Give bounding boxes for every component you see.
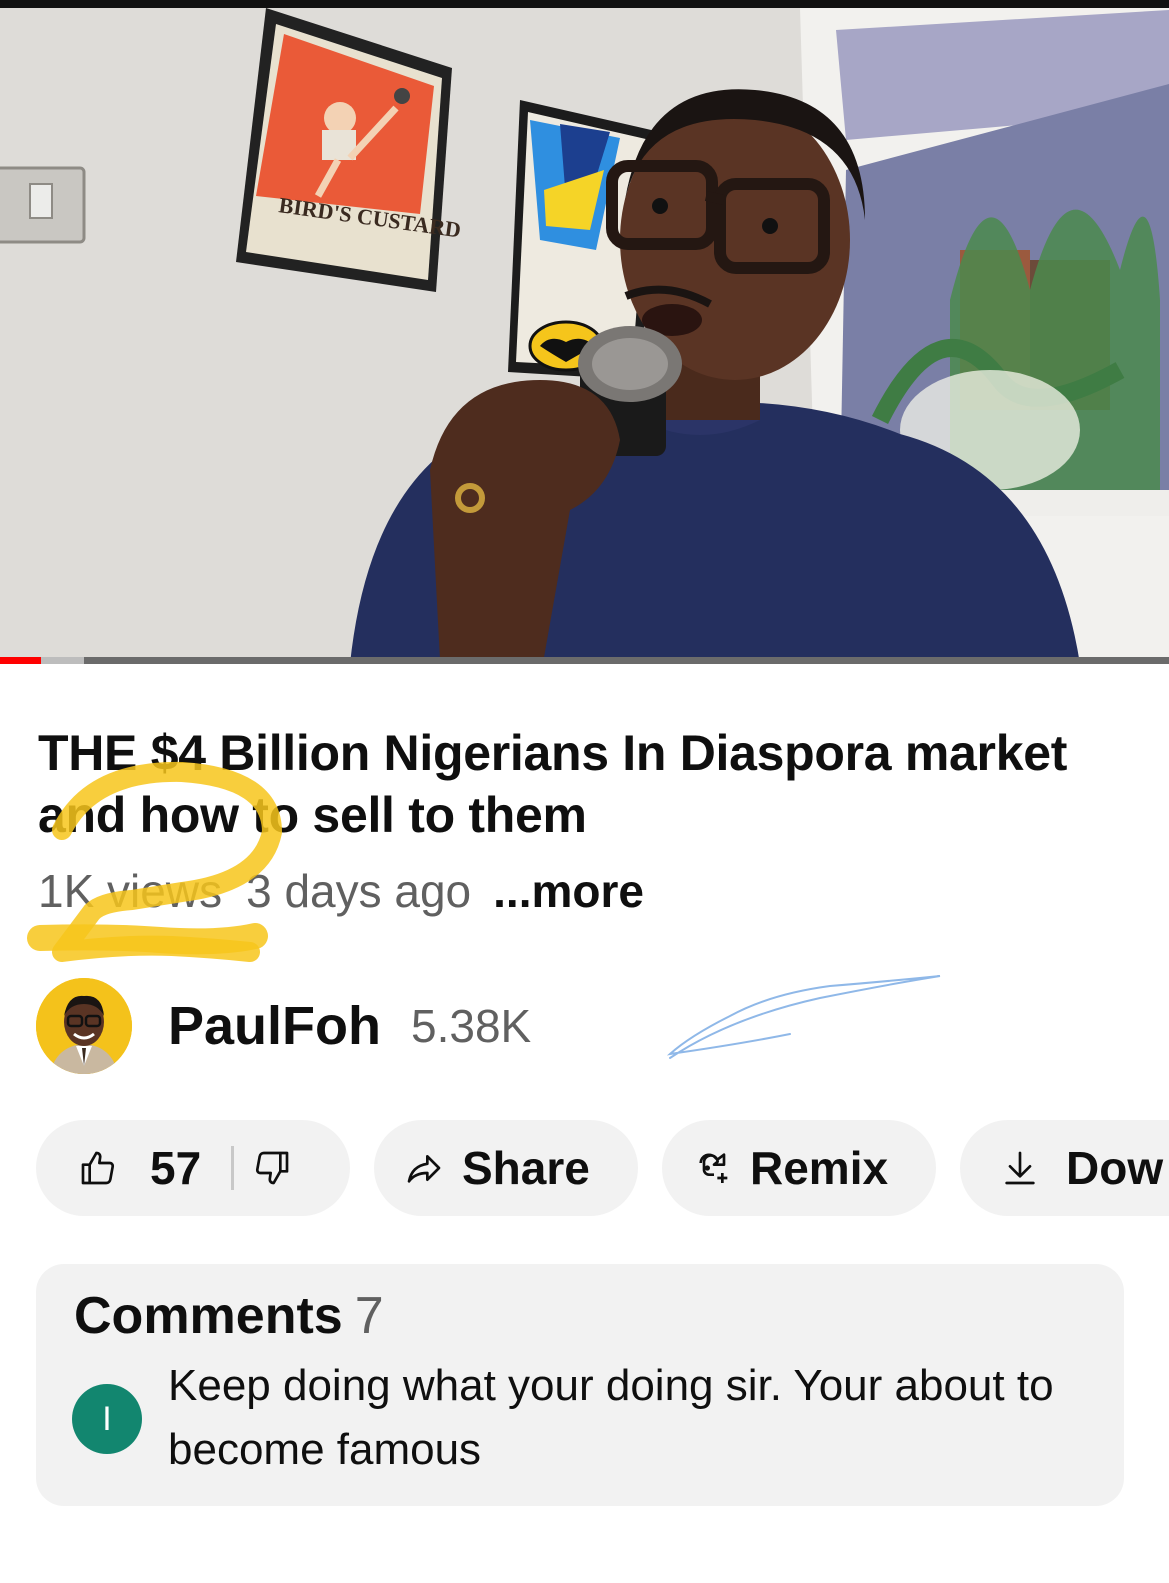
upload-age: 3 days ago (246, 865, 472, 917)
progress-played (0, 657, 41, 664)
thumbs-down-icon (256, 1151, 289, 1185)
view-count: 1K views (38, 865, 223, 917)
like-divider (231, 1146, 235, 1190)
comments-title: Comments (74, 1287, 343, 1345)
comments-section[interactable]: Comments 7 I Keep doing what your doing s… (36, 1264, 1124, 1506)
remix-icon (699, 1153, 728, 1183)
like-dislike-pill: 57 (36, 1120, 350, 1216)
channel-avatar-photo (36, 978, 132, 1074)
remix-button[interactable]: Remix (662, 1120, 936, 1216)
video-frame: BIRD'S CUSTARD (0, 0, 1169, 664)
youtube-watch-page: BIRD'S CUSTARD THE $4 Billion Nigerians … (0, 0, 1169, 1583)
action-bar: 57 Share Remix Dow (36, 1120, 1169, 1216)
commenter-avatar[interactable]: I (72, 1384, 142, 1454)
channel-name[interactable]: PaulFoh (168, 995, 381, 1057)
comments-header: Comments 7 (74, 1286, 384, 1346)
like-count: 57 (150, 1142, 202, 1194)
top-comment-text: Keep doing what your doing sir. Your abo… (168, 1361, 1054, 1474)
like-button[interactable]: 57 (36, 1141, 201, 1195)
share-button[interactable]: Share (374, 1120, 638, 1216)
dislike-button[interactable] (252, 1148, 292, 1188)
share-icon (407, 1155, 441, 1183)
channel-row[interactable]: PaulFoh 5.38K (36, 978, 531, 1074)
comments-count: 7 (354, 1287, 384, 1345)
thumbs-up-icon (81, 1151, 115, 1185)
remix-label: Remix (750, 1142, 889, 1194)
progress-bar[interactable] (0, 657, 1169, 664)
subscriber-count: 5.38K (411, 1000, 532, 1052)
video-player[interactable]: BIRD'S CUSTARD (0, 0, 1169, 664)
video-details-panel: THE $4 Billion Nigerians In Diaspora mar… (0, 664, 1169, 1583)
download-icon (1005, 1151, 1035, 1185)
share-label: Share (462, 1142, 590, 1194)
video-meta[interactable]: 1K views 3 days ago ...more (38, 864, 644, 918)
download-button[interactable]: Dow (960, 1120, 1169, 1216)
video-title[interactable]: THE $4 Billion Nigerians In Diaspora mar… (38, 722, 1078, 846)
download-label: Dow (1066, 1142, 1164, 1194)
channel-avatar[interactable] (36, 978, 132, 1074)
more-button[interactable]: ...more (493, 865, 644, 917)
